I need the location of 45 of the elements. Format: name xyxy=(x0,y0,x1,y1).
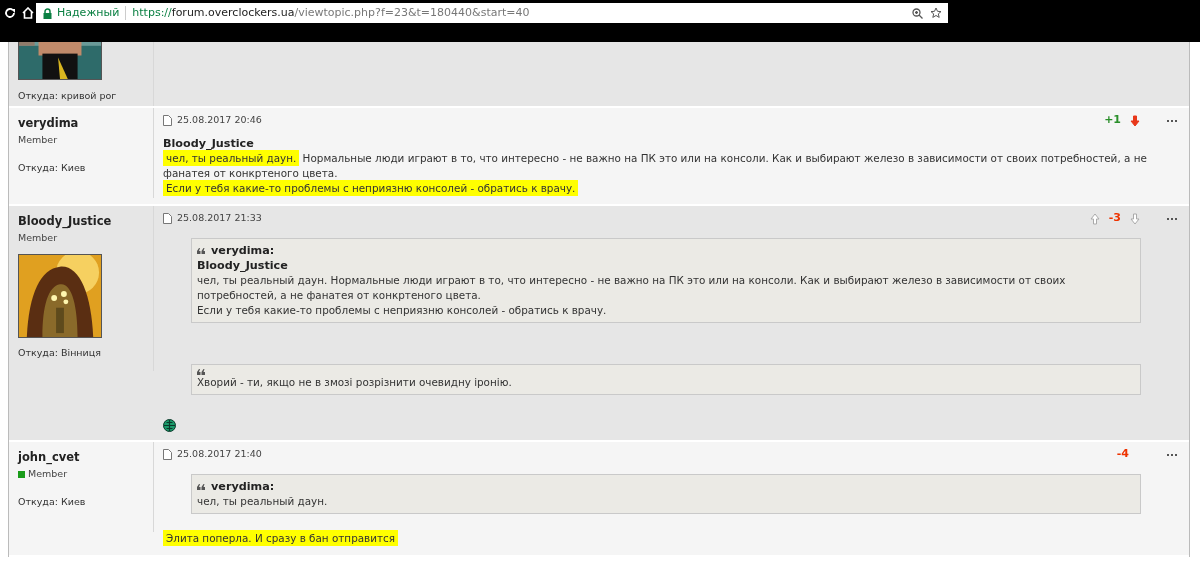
vote-score: +1 xyxy=(1104,112,1121,129)
post-date: 25.08.2017 21:33 xyxy=(177,211,262,226)
more-icon[interactable] xyxy=(1167,119,1177,122)
lock-icon xyxy=(43,7,52,19)
post-text: Если у тебя какие-то проблемы с неприязню консолей - обратись к врачу. xyxy=(197,303,608,318)
username[interactable]: Bloody_Justice xyxy=(18,214,144,229)
quote-icon xyxy=(197,369,205,375)
post-link-icon[interactable] xyxy=(163,115,172,126)
downvote-icon[interactable] xyxy=(1130,114,1140,127)
bookmark-star-icon[interactable] xyxy=(930,7,942,19)
username[interactable]: verydima xyxy=(18,116,144,131)
quote-author: verydima: xyxy=(211,243,275,258)
user-rank: Member xyxy=(18,133,58,147)
author-mention: Bloody_Justice xyxy=(197,258,289,273)
post-text: Если у тебя какие-то проблемы с неприязню консолей - обратись к врачу. xyxy=(163,181,1177,196)
quote-author: verydima: xyxy=(211,479,275,494)
username[interactable]: john_cvet xyxy=(18,450,144,465)
reload-icon[interactable] xyxy=(4,7,16,19)
post-text: чел, ты реальный даун. Нормальные люди играют в то, что интересно - не важно на ПК это или на консоли. Как и выбирают железо в зависимости от своих потребностей, а не фанатея от конкртеного цвета. xyxy=(197,273,1067,303)
location-text: Откуда: Киев xyxy=(18,161,87,176)
user-rank: Member xyxy=(18,231,58,245)
home-icon[interactable] xyxy=(22,7,34,19)
post-date: 25.08.2017 21:40 xyxy=(177,447,262,462)
post-date: 25.08.2017 20:46 xyxy=(177,113,262,128)
location-text: Откуда: Вінниця xyxy=(18,346,102,361)
user-rank: Member xyxy=(28,467,68,481)
quote-icon xyxy=(197,483,205,490)
quote-icon xyxy=(197,247,205,254)
post-link-icon[interactable] xyxy=(163,213,172,224)
globe-icon xyxy=(163,419,176,432)
author-mention: Bloody_Justice xyxy=(163,136,255,151)
vote-score: -3 xyxy=(1108,210,1121,227)
post-text: Хворий - ти, якщо не в змозі розрізнити очевидну іронію. xyxy=(197,375,513,390)
more-icon[interactable] xyxy=(1167,453,1177,456)
post-text: Элита поперла. И сразу в бан отправится xyxy=(163,531,398,546)
location-text: Откуда: Киев xyxy=(18,495,87,510)
zoom-icon[interactable] xyxy=(912,7,923,19)
post-link-icon[interactable] xyxy=(163,449,172,460)
post-text: чел, ты реальный даун. Нормальные люди играют в то, что интересно - не важно на ПК это или на консоли. Как и выбирают железо в зависимости от своих потребностей, а не фанатея от конкртеного цвета. xyxy=(163,151,1148,181)
more-icon[interactable] xyxy=(1167,217,1177,220)
url-text[interactable]: https://forum.overclockers.ua/viewtopic.php?f=23&t=180440&start=40 xyxy=(132,4,530,22)
security-label: Надежный xyxy=(57,4,120,21)
vote-score: -4 xyxy=(1116,446,1129,463)
post-text: чел, ты реальный даун. xyxy=(197,494,329,509)
location-text: Откуда: кривой рог xyxy=(18,89,118,103)
